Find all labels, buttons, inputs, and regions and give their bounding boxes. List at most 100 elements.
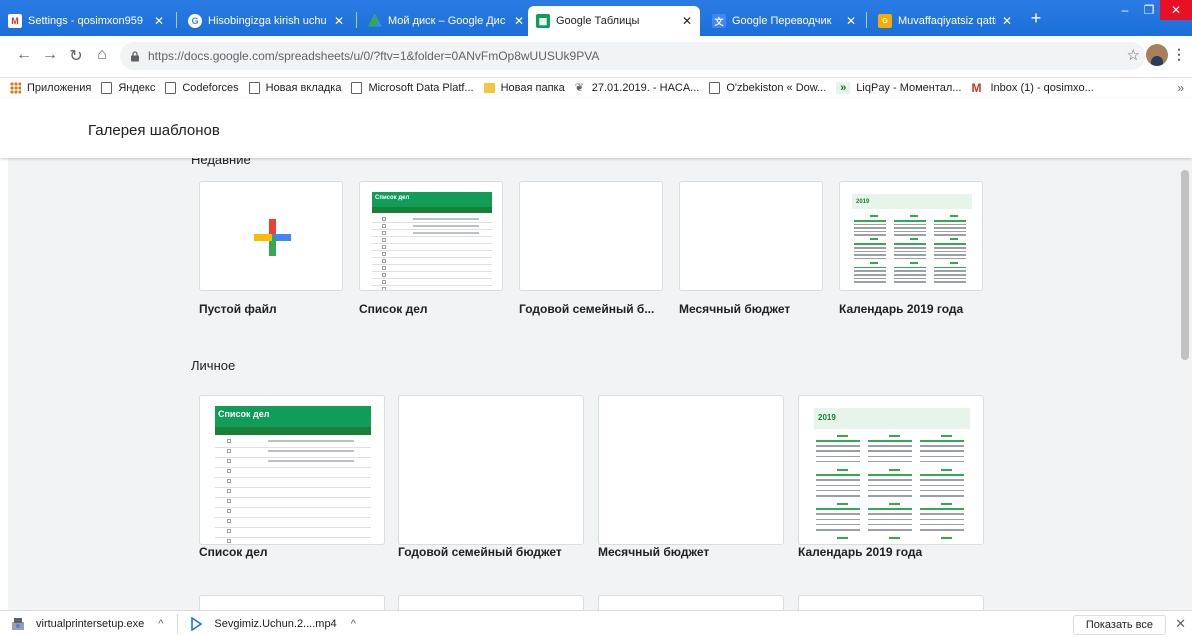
todo-checkbox — [227, 469, 231, 473]
calendar-week-row — [894, 266, 926, 269]
bookmark-star-icon[interactable]: ☆ — [1127, 46, 1140, 64]
home-icon[interactable]: ⌂ — [92, 46, 112, 64]
calendar-month-label — [870, 215, 878, 217]
calendar-week-row — [920, 508, 964, 510]
tab-google-login[interactable]: G Hisobingizga kirish uchu ✕ — [180, 6, 352, 36]
calendar-week-row — [894, 230, 926, 233]
reload-icon[interactable]: ↻ — [66, 46, 86, 66]
bookmarks-overflow-icon[interactable]: » — [1177, 81, 1184, 95]
todo-checkbox — [382, 273, 386, 277]
bookmark-item[interactable]: Microsoft Data Platf... — [351, 82, 474, 94]
chevron-up-icon[interactable]: ^ — [351, 618, 356, 630]
calendar-week-row — [934, 250, 966, 253]
template-card[interactable] — [598, 395, 784, 545]
close-icon[interactable]: ✕ — [514, 14, 524, 28]
todo-checkbox — [382, 287, 386, 290]
todo-checkbox — [227, 519, 231, 523]
minimize-icon[interactable]: – — [1114, 0, 1136, 20]
show-all-downloads-button[interactable]: Показать все — [1072, 615, 1166, 635]
calendar-week-row — [894, 277, 926, 280]
close-icon[interactable]: ✕ — [1175, 616, 1186, 632]
bookmark-item[interactable]: » LiqPay - Моментал... — [836, 82, 961, 94]
calendar-week-row — [920, 484, 964, 487]
section-title: Личное — [191, 358, 236, 373]
page-icon — [248, 82, 260, 94]
tab-muvaffaqiyatsiz[interactable]: G Muvaffaqiyatsiz qattiq d ✕ — [870, 6, 1020, 36]
bookmark-item[interactable]: Новая вкладка — [248, 82, 341, 94]
scrollbar-thumb[interactable] — [1181, 170, 1189, 360]
template-card[interactable] — [398, 595, 584, 610]
maximize-icon[interactable]: ❐ — [1138, 0, 1160, 20]
template-card-label[interactable]: Список дел — [199, 545, 399, 559]
bookmark-item[interactable]: O'zbekiston « Dow... — [709, 82, 826, 94]
bookmark-item[interactable]: Новая папка — [483, 82, 565, 94]
bookmark-label: O'zbekiston « Dow... — [726, 82, 827, 94]
tab-gmail-settings[interactable]: M Settings - qosimxon959 ✕ — [0, 6, 172, 36]
address-bar[interactable]: https://docs.google.com/spreadsheets/u/0… — [120, 42, 1145, 70]
calendar-week-row — [894, 257, 926, 260]
close-icon[interactable]: ✕ — [334, 14, 344, 28]
calendar-week-row — [894, 247, 926, 249]
template-card-label[interactable]: Годовой семейный бюджет — [398, 545, 598, 559]
close-icon[interactable]: ✕ — [846, 14, 856, 28]
todo-checkbox — [227, 459, 231, 463]
tab-google-translate[interactable]: 文 Google Переводчик ✕ — [704, 6, 864, 36]
todo-row-line — [372, 264, 492, 265]
window-close-icon[interactable]: ✕ — [1160, 0, 1192, 20]
site-icon: G — [878, 14, 892, 28]
calendar-week-row — [920, 455, 964, 458]
template-card[interactable] — [199, 595, 385, 610]
bookmark-item[interactable]: Codeforces — [165, 82, 239, 94]
calendar-month-label — [910, 261, 918, 264]
template-card-label[interactable]: Календарь 2019 года — [798, 545, 998, 559]
forward-icon[interactable]: → — [40, 46, 60, 64]
calendar-week-row — [868, 495, 912, 497]
download-item[interactable]: virtualprintersetup.exe ^ — [10, 616, 163, 632]
tab-google-sheets[interactable]: ▦ Google Таблицы ✕ — [528, 6, 700, 36]
tab-google-drive[interactable]: Мой диск – Google Дис ✕ — [360, 6, 532, 36]
todo-checkbox — [227, 509, 231, 513]
close-icon[interactable]: ✕ — [1002, 14, 1012, 28]
template-card[interactable]: Список дел — [199, 395, 385, 545]
template-card[interactable] — [798, 595, 984, 610]
template-card[interactable] — [598, 595, 784, 610]
avatar[interactable] — [1146, 44, 1168, 66]
calendar-week-row — [868, 479, 912, 481]
download-item[interactable]: Sevgimiz.Uchun.2....mp4 ^ — [188, 616, 356, 632]
template-card[interactable] — [519, 181, 663, 291]
more-vert-icon[interactable]: ⋮ — [1172, 46, 1186, 63]
chevron-up-icon[interactable]: ^ — [158, 618, 163, 630]
calendar-week-row — [816, 455, 860, 458]
template-card[interactable]: Список дел — [359, 181, 503, 291]
calendar-week-row — [920, 445, 964, 447]
back-icon[interactable]: ← — [14, 46, 34, 64]
template-card-label[interactable]: Месячный бюджет — [598, 545, 798, 559]
template-card-label[interactable]: Месячный бюджет — [679, 302, 837, 316]
template-card-label[interactable]: Годовой семейный б... — [519, 302, 677, 316]
calendar-month-label — [941, 503, 952, 506]
apps-icon — [10, 82, 21, 94]
template-card[interactable] — [199, 181, 343, 291]
template-card-label[interactable]: Календарь 2019 года — [839, 302, 997, 316]
bookmark-item[interactable]: M Inbox (1) - qosimxo... — [971, 82, 1093, 94]
calendar-week-row — [816, 508, 860, 510]
calendar-week-row — [868, 518, 912, 521]
tab-title: Google Переводчик — [732, 15, 832, 27]
calendar-month-label — [889, 537, 900, 540]
template-card[interactable] — [679, 181, 823, 291]
template-card[interactable]: 2019 — [798, 395, 984, 545]
template-card[interactable]: 2019 — [839, 181, 983, 291]
new-tab-icon[interactable]: + — [1024, 8, 1048, 29]
template-card[interactable] — [398, 395, 584, 545]
bookmark-item[interactable]: Яндекс — [101, 82, 155, 94]
template-card-label[interactable]: Список дел — [359, 302, 517, 316]
template-card-label[interactable]: Пустой файл — [199, 302, 357, 316]
close-icon[interactable]: ✕ — [682, 14, 692, 28]
todo-thumbnail: Список дел — [372, 192, 492, 290]
bookmark-item[interactable]: Приложения — [10, 82, 91, 94]
scrollbar[interactable] — [1178, 158, 1192, 610]
tab-strip: M Settings - qosimxon959 ✕ G Hisobingizg… — [0, 0, 1192, 36]
bookmark-item[interactable]: ❦ 27.01.2019. - HACA... — [575, 82, 700, 94]
calendar-week-row — [854, 254, 886, 256]
close-icon[interactable]: ✕ — [154, 14, 164, 28]
